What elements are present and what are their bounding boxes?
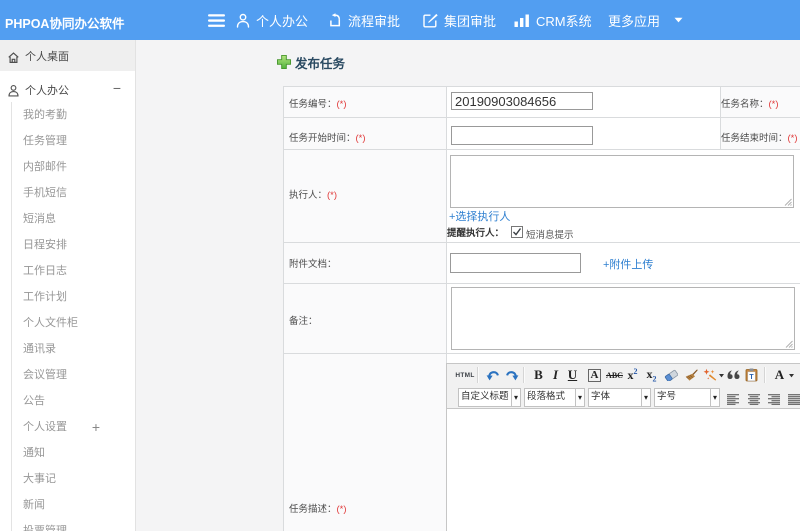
svg-text:T: T bbox=[749, 374, 754, 381]
